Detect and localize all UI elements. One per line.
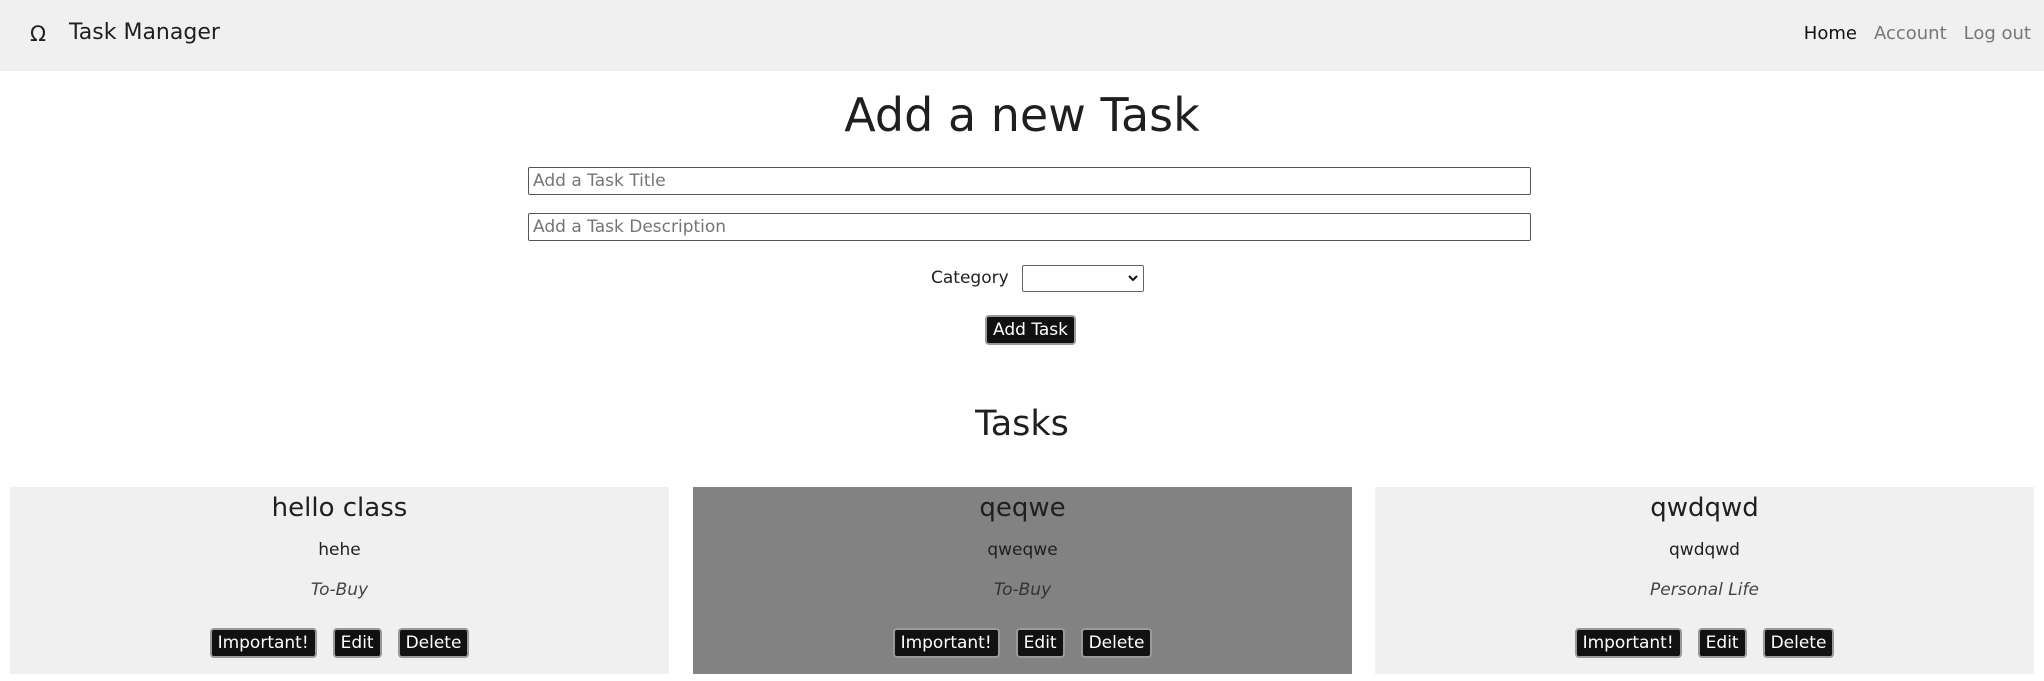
add-task-button[interactable]: Add Task <box>985 315 1077 345</box>
task-card: hello class hehe To-Buy Important! Edit … <box>10 487 669 674</box>
task-title: hello class <box>271 493 408 523</box>
nav-home-link[interactable]: Home <box>1804 23 1857 44</box>
task-title: qwdqwd <box>1650 493 1759 523</box>
task-category: To-Buy <box>310 580 369 600</box>
task-actions: Important! Edit Delete <box>693 628 1352 658</box>
delete-button[interactable]: Delete <box>1080 628 1153 658</box>
task-title-input[interactable] <box>528 167 1531 195</box>
brand-title[interactable]: Task Manager <box>69 20 220 45</box>
delete-button[interactable]: Delete <box>1762 628 1835 658</box>
tasks-heading: Tasks <box>975 404 1069 444</box>
task-description-input[interactable] <box>528 213 1531 241</box>
task-category: Personal Life <box>1650 580 1759 600</box>
task-description: qwdqwd <box>1669 540 1740 560</box>
nav-logout-link[interactable]: Log out <box>1964 23 2031 44</box>
task-category: To-Buy <box>993 580 1052 600</box>
chevron-down-icon <box>1127 269 1139 291</box>
task-card: qeqwe qweqwe To-Buy Important! Edit Dele… <box>693 487 1352 674</box>
omega-logo-icon[interactable]: Ω <box>30 22 46 46</box>
important-button[interactable]: Important! <box>209 628 317 658</box>
category-label: Category <box>931 268 1009 288</box>
nav-account-link[interactable]: Account <box>1874 23 1947 44</box>
task-title: qeqwe <box>979 493 1066 523</box>
task-description: hehe <box>318 540 361 560</box>
navbar: Ω Task Manager Home Account Log out <box>0 0 2044 71</box>
task-actions: Important! Edit Delete <box>10 628 669 658</box>
add-task-heading: Add a new Task <box>844 88 1200 142</box>
edit-button[interactable]: Edit <box>1697 628 1747 658</box>
task-actions: Important! Edit Delete <box>1375 628 2034 658</box>
task-card: qwdqwd qwdqwd Personal Life Important! E… <box>1375 487 2034 674</box>
nav-links: Home Account Log out <box>1804 23 2031 44</box>
delete-button[interactable]: Delete <box>397 628 470 658</box>
edit-button[interactable]: Edit <box>332 628 382 658</box>
task-description: qweqwe <box>987 540 1058 560</box>
edit-button[interactable]: Edit <box>1015 628 1065 658</box>
important-button[interactable]: Important! <box>1574 628 1682 658</box>
category-select[interactable] <box>1022 265 1144 292</box>
important-button[interactable]: Important! <box>892 628 1000 658</box>
